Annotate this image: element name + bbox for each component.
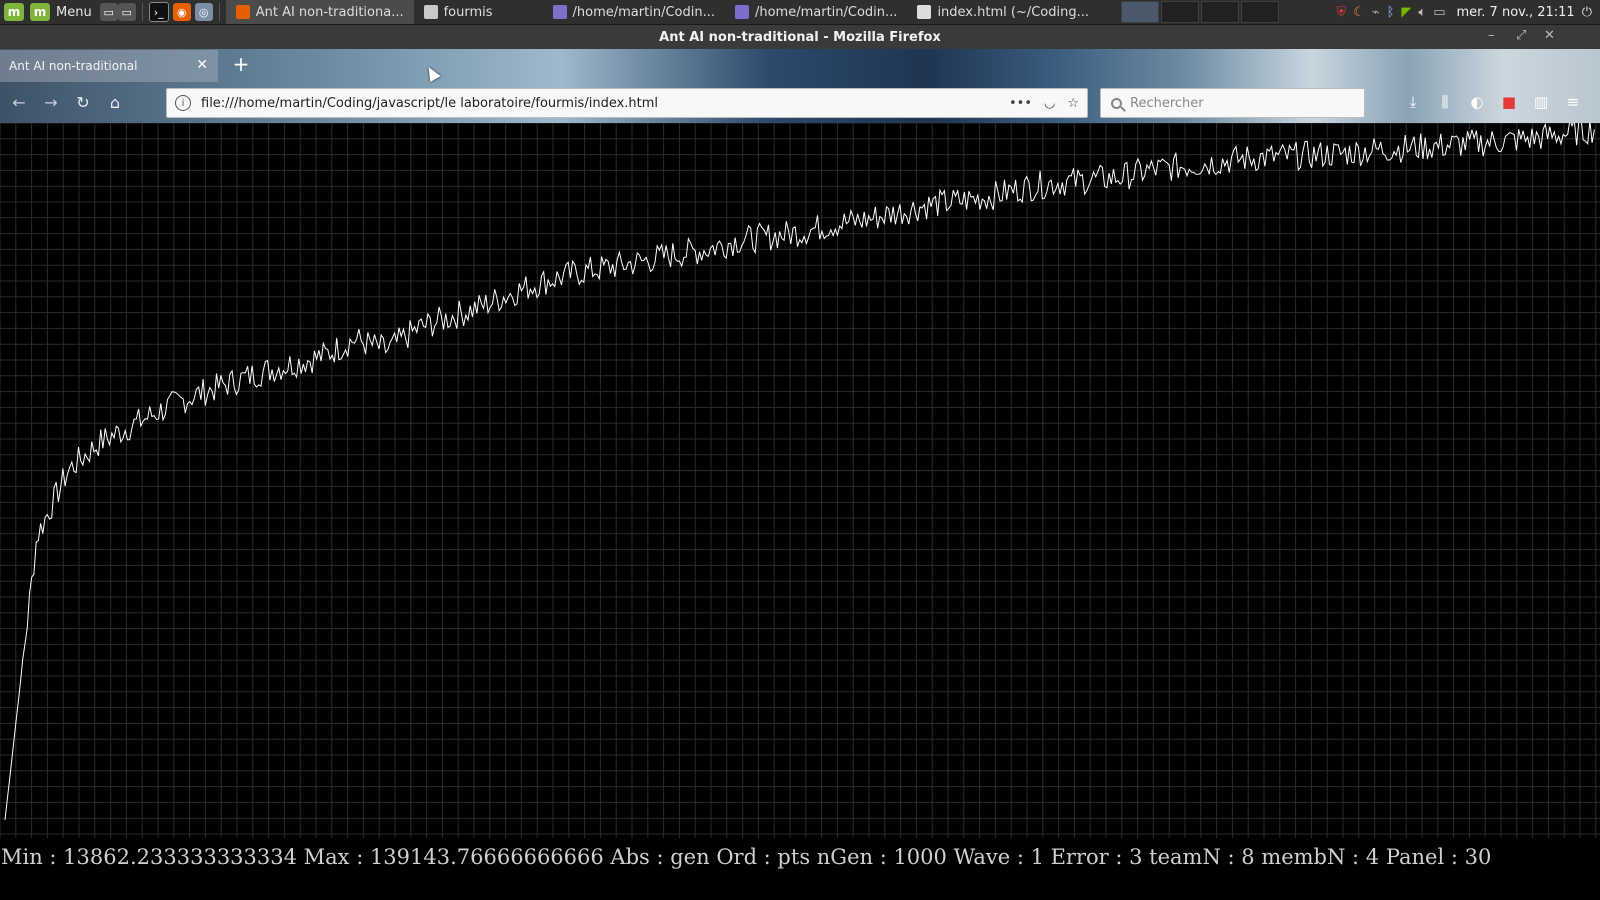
battery-icon[interactable]: ▭: [1433, 5, 1445, 20]
downloads-icon[interactable]: ⤓: [1402, 91, 1424, 113]
folder-icon: [423, 5, 438, 19]
page-info-icon[interactable]: i: [175, 95, 191, 111]
menu-button[interactable]: m Menu: [30, 3, 92, 21]
hamburger-menu-icon[interactable]: ≡: [1562, 91, 1584, 113]
chart-series: [4, 123, 1595, 821]
system-tray: ⛨ ☾ ⌁ ᛒ ◤ 🔈︎ ▭ mer. 7 nov., 21:11 ⏻: [1336, 5, 1600, 20]
firefox-icon: [235, 5, 250, 19]
task-firefox[interactable]: Ant AI non-traditiona...: [225, 0, 414, 24]
workspace-3[interactable]: [1201, 1, 1240, 23]
window-title: Ant AI non-traditional - Mozilla Firefox: [659, 29, 941, 45]
bluetooth-icon[interactable]: ᛒ: [1387, 5, 1395, 20]
forward-icon[interactable]: →: [40, 91, 62, 113]
task-index-html[interactable]: index.html (~/Coding...: [907, 0, 1099, 24]
search-bar[interactable]: Rechercher: [1100, 88, 1365, 118]
redshift-icon[interactable]: ☾: [1353, 5, 1365, 20]
editor-icon: [552, 5, 567, 19]
url-bar[interactable]: i file:///home/martin/Coding/javascript/…: [166, 88, 1088, 118]
reload-icon[interactable]: ↻: [72, 91, 94, 113]
window-titlebar[interactable]: Ant AI non-traditional - Mozilla Firefox…: [0, 25, 1600, 49]
tab-title: Ant AI non-traditional: [9, 59, 138, 73]
taskbar-separator: [141, 3, 143, 21]
addon-icon[interactable]: ■: [1498, 91, 1520, 113]
url-text[interactable]: file:///home/martin/Coding/javascript/le…: [201, 96, 658, 111]
task-label: Ant AI non-traditiona...: [255, 4, 404, 20]
task-editor-1[interactable]: /home/martin/Codin...: [543, 0, 725, 24]
browser-chrome: Ant AI non-traditional ✕ + ← → ↻ ⌂ i fil…: [0, 49, 1600, 123]
task-label: /home/martin/Codin...: [754, 4, 898, 20]
workspace-1[interactable]: [1121, 1, 1160, 23]
nav-bar: ← → ↻ ⌂ i file:///home/martin/Coding/jav…: [0, 82, 1600, 123]
series-line-0: [4, 123, 1595, 821]
text-file-icon: [917, 5, 932, 19]
nvidia-icon[interactable]: ◤: [1401, 5, 1411, 20]
terminal-icon[interactable]: ›_: [148, 2, 169, 22]
tab-strip: Ant AI non-traditional ✕ +: [0, 49, 1600, 82]
task-label: /home/martin/Codin...: [572, 4, 715, 20]
pocket-icon[interactable]: ◡: [1044, 96, 1055, 111]
search-placeholder: Rechercher: [1130, 95, 1204, 111]
task-label: index.html (~/Coding...: [937, 4, 1090, 20]
power-icon[interactable]: ⏻: [1582, 5, 1592, 20]
screenshot-icon[interactable]: ◎: [194, 3, 213, 21]
chart-grid: [0, 123, 1600, 838]
task-fourmis-folder[interactable]: fourmis: [414, 0, 503, 24]
volume-icon[interactable]: 🔈︎: [1418, 5, 1426, 20]
page-actions-icon[interactable]: •••: [1009, 96, 1032, 111]
fitness-chart: [0, 123, 1600, 838]
editor-icon: [734, 5, 749, 19]
show-desktop-icon[interactable]: ▭: [99, 3, 118, 21]
workspace-2[interactable]: [1161, 1, 1200, 23]
network-icon[interactable]: ⌁: [1372, 5, 1380, 20]
clock[interactable]: mer. 7 nov., 21:11: [1456, 5, 1574, 20]
sidebar-icon[interactable]: ▥: [1530, 91, 1552, 113]
extension-icon[interactable]: ◐: [1466, 91, 1488, 113]
firefox-launcher-icon[interactable]: ◉: [172, 3, 191, 21]
taskbar-separator: [218, 3, 220, 21]
new-tab-icon[interactable]: +: [230, 52, 252, 76]
os-taskbar: m m Menu ▭ ▭ ›_ ◉ ◎ Ant AI non-tradition…: [0, 0, 1600, 25]
close-tab-icon[interactable]: ✕: [196, 57, 208, 73]
back-icon[interactable]: ←: [8, 91, 30, 113]
task-label: fourmis: [443, 4, 493, 20]
minimize-icon[interactable]: –: [1488, 28, 1495, 43]
status-line: Min : 13862.233333333334 Max : 139143.76…: [1, 845, 1492, 869]
search-icon: [1111, 97, 1122, 109]
workspace-icon[interactable]: ▭: [117, 3, 136, 21]
library-icon[interactable]: ⫼: [1434, 91, 1456, 113]
browser-tab[interactable]: Ant AI non-traditional ✕: [0, 50, 218, 82]
page-content: Min : 13862.233333333334 Max : 139143.76…: [0, 123, 1600, 900]
task-editor-2[interactable]: /home/martin/Codin...: [725, 0, 907, 24]
workspace-4[interactable]: [1241, 1, 1280, 23]
shield-icon[interactable]: ⛨: [1336, 5, 1346, 20]
menu-label: Menu: [56, 4, 92, 20]
bookmark-star-icon[interactable]: ☆: [1067, 96, 1079, 111]
url-actions: ••• ◡ ☆: [1009, 96, 1087, 111]
restore-icon[interactable]: ⤢: [1516, 28, 1526, 43]
mint-menu-icon: m: [30, 3, 50, 21]
mint-logo-icon[interactable]: m: [4, 3, 24, 21]
home-icon[interactable]: ⌂: [104, 91, 126, 113]
close-window-icon[interactable]: ✕: [1544, 28, 1555, 43]
